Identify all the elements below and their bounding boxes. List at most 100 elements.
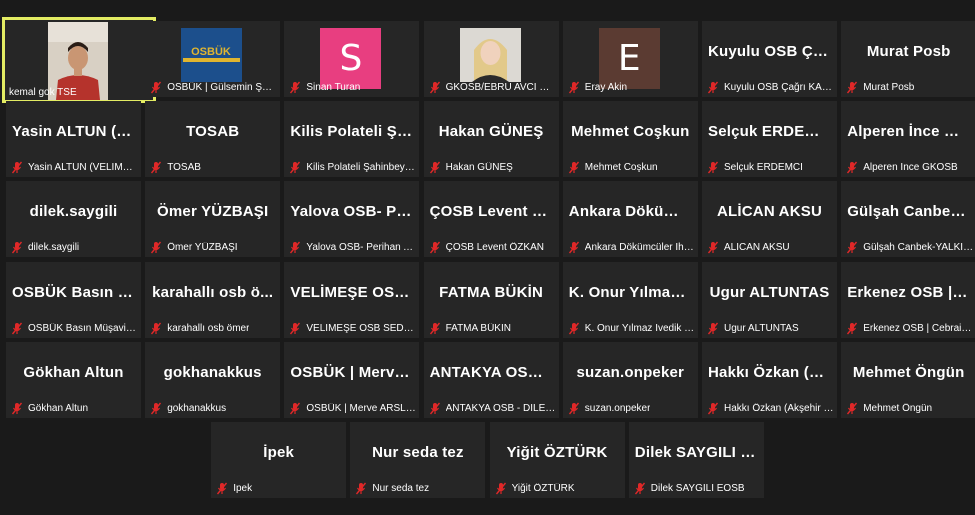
participant-name-bar: Ugur ALTUNTAS bbox=[707, 320, 834, 336]
participant-tile[interactable]: ÇOSB Levent ÖZ... ÇOSB Levent ÖZKAN bbox=[423, 181, 559, 257]
participant-display-name: Hakan GÜNEŞ bbox=[438, 123, 544, 140]
muted-mic-icon bbox=[290, 402, 301, 414]
participant-tile[interactable]: Mehmet Coşkun Mehmet Coşkun bbox=[562, 101, 698, 177]
participant-name: Murat Posb bbox=[863, 81, 915, 93]
participant-name: Gökhan Altun bbox=[28, 402, 89, 414]
participant-display-name: Yiğit ÖZTÜRK bbox=[506, 444, 608, 461]
participant-name: Yiğit ÖZTÜRK bbox=[511, 482, 575, 494]
muted-mic-icon bbox=[634, 482, 645, 494]
participant-display-name: ÇOSB Levent ÖZ... bbox=[429, 203, 553, 220]
participant-tile[interactable]: Ömer YÜZBAŞI Ömer YÜZBAŞI bbox=[145, 181, 281, 257]
participant-display-name: OSBÜK Basın M... bbox=[12, 284, 135, 301]
muted-mic-icon bbox=[290, 322, 301, 334]
participant-display-name: OSBÜK | Merve... bbox=[290, 364, 414, 381]
participant-tile[interactable]: Mehmet Öngün Mehmet Öngün bbox=[841, 342, 975, 418]
muted-mic-icon bbox=[568, 161, 579, 173]
participant-tile[interactable]: Gülşah Canbek-... Gülşah Canbek-YALKİM O.… bbox=[841, 181, 975, 257]
participant-tile[interactable]: Ankara Dökümc... Ankara Dökümcüler İhtisa… bbox=[562, 181, 698, 257]
participant-display-name: Gülşah Canbek-... bbox=[847, 203, 971, 220]
participant-display-name: Murat Posb bbox=[866, 43, 951, 60]
participant-tile[interactable]: suzan.onpeker suzan.onpeker bbox=[562, 342, 698, 418]
participant-display-name: Mehmet Öngün bbox=[852, 364, 965, 381]
muted-mic-icon bbox=[290, 241, 301, 253]
participant-display-name: dilek.saygili bbox=[29, 203, 118, 220]
muted-mic-icon bbox=[151, 161, 162, 173]
participant-name: Ömer YÜZBAŞI bbox=[167, 241, 238, 253]
muted-mic-icon bbox=[495, 482, 506, 494]
participant-tile[interactable]: FATMA BÜKİN FATMA BÜKİN bbox=[423, 262, 559, 338]
participant-tile[interactable]: Kuyulu OSB Çağ... Kuyulu OSB Çağrı KARAK.… bbox=[702, 21, 837, 97]
participant-name: OSBÜK Basın Müşavirliği bbox=[28, 322, 138, 334]
speaker-name: kemal gok TSE bbox=[9, 87, 77, 98]
participant-name-bar: Yiğit ÖZTÜRK bbox=[495, 480, 622, 496]
participant-tile[interactable]: Ugur ALTUNTAS Ugur ALTUNTAS bbox=[702, 262, 837, 338]
participant-display-name: Ankara Dökümc... bbox=[568, 203, 692, 220]
participant-tile[interactable]: Yalova OSB- Per... Yalova OSB- Perihan Ay… bbox=[284, 181, 420, 257]
participant-tile[interactable]: OSBÜK Basın M... OSBÜK Basın Müşavirliği bbox=[6, 262, 141, 338]
muted-mic-icon bbox=[290, 81, 301, 93]
participant-tile[interactable]: GKOSB/EBRU AVCI KAPL... bbox=[423, 21, 559, 97]
participant-tile[interactable]: Yasin ALTUN (V... Yasin ALTUN (VELİMEŞE .… bbox=[6, 101, 141, 177]
participant-name: gokhanakkus bbox=[167, 402, 227, 414]
participant-tile[interactable]: VELİMEŞE OSB... VELİMEŞE OSB SEDA OK... bbox=[284, 262, 420, 338]
muted-mic-icon bbox=[429, 81, 440, 93]
participant-tile[interactable]: Kilis Polateli Şa... Kilis Polateli Şahin… bbox=[284, 101, 420, 177]
muted-mic-icon bbox=[847, 241, 858, 253]
participant-tile[interactable]: Hakkı Özkan (A... Hakkı Özkan (Akşehir OS… bbox=[702, 342, 837, 418]
participant-name: Eray Akin bbox=[584, 81, 628, 93]
participant-name-bar: İpek bbox=[216, 480, 343, 496]
participant-name: Kuyulu OSB Çağrı KARAK... bbox=[724, 81, 834, 93]
participant-name: suzan.onpeker bbox=[584, 402, 651, 414]
participant-tile[interactable]: Selçuk ERDEMCİ Selçuk ERDEMCİ bbox=[702, 101, 837, 177]
participant-tile[interactable]: Erkenez OSB | C... Erkenez OSB | Cebrail … bbox=[841, 262, 975, 338]
muted-mic-icon bbox=[568, 241, 579, 253]
svg-text:OSBÜK: OSBÜK bbox=[191, 45, 231, 58]
participant-tile[interactable]: Yiğit ÖZTÜRK Yiğit ÖZTÜRK bbox=[489, 422, 625, 498]
participant-tile[interactable]: OSBÜK | Merve... OSBÜK | Merve ARSLAN bbox=[284, 342, 420, 418]
participant-tile[interactable]: karahallı osb ö... karahallı osb ömer bbox=[145, 262, 281, 338]
muted-mic-icon bbox=[568, 322, 579, 334]
active-speaker-tile[interactable]: kemal gok TSE bbox=[2, 17, 156, 103]
participant-tile[interactable]: Nur seda tez Nur seda tez bbox=[350, 422, 486, 498]
muted-mic-icon bbox=[151, 322, 162, 334]
muted-mic-icon bbox=[847, 322, 858, 334]
participant-tile[interactable]: dilek.saygili dilek.saygili bbox=[6, 181, 141, 257]
participant-name: Gülşah Canbek-YALKİM O... bbox=[863, 241, 973, 253]
participant-display-name: Erkenez OSB | C... bbox=[847, 284, 971, 301]
participant-name-bar: suzan.onpeker bbox=[568, 400, 695, 416]
participant-tile[interactable]: Dilek SAYGILI E... Dilek SAYGILI EOSB bbox=[628, 422, 764, 498]
participant-tile[interactable]: gokhanakkus gokhanakkus bbox=[145, 342, 281, 418]
participant-tile[interactable]: Hakan GÜNEŞ Hakan GÜNEŞ bbox=[423, 101, 559, 177]
participant-name: OSBÜK | Merve ARSLAN bbox=[306, 402, 417, 414]
participant-name: Dilek SAYGILI EOSB bbox=[650, 482, 745, 494]
participant-tile[interactable]: Gökhan Altun Gökhan Altun bbox=[6, 342, 141, 418]
participant-tile[interactable]: S Sinan Turan bbox=[284, 21, 420, 97]
participant-name-bar: Hakkı Özkan (Akşehir OSB) bbox=[707, 400, 834, 416]
participant-name-bar: Erkenez OSB | Cebrail Gö... bbox=[846, 320, 973, 336]
participant-name-bar: Sinan Turan bbox=[289, 79, 416, 95]
muted-mic-icon bbox=[847, 81, 858, 93]
participant-display-name: Dilek SAYGILI E... bbox=[634, 444, 758, 461]
participant-name: karahallı osb ömer bbox=[167, 322, 250, 334]
participant-tile[interactable]: ALİCAN AKSU ALİCAN AKSU bbox=[702, 181, 837, 257]
participant-tile[interactable]: Alperen İnce GK... Alperen İnce GKOSB bbox=[841, 101, 975, 177]
participant-name: Yalova OSB- Perihan Ayık bbox=[306, 241, 417, 253]
participant-display-name: Yalova OSB- Per... bbox=[290, 203, 414, 220]
participant-name-bar: karahallı osb ömer bbox=[150, 320, 277, 336]
participant-tile[interactable]: E Eray Akin bbox=[562, 21, 698, 97]
participant-name-bar: Kilis Polateli Şahinbey OS... bbox=[289, 159, 416, 175]
participant-name-bar: Ankara Dökümcüler İhtisa... bbox=[568, 239, 695, 255]
participant-tile[interactable]: K. Onur Yılmaz İ... K. Onur Yılmaz İvedik… bbox=[562, 262, 698, 338]
participant-tile[interactable]: Murat Posb Murat Posb bbox=[841, 21, 975, 97]
muted-mic-icon bbox=[356, 482, 367, 494]
participant-tile[interactable]: İpek İpek bbox=[211, 422, 347, 498]
participant-name: dilek.saygili bbox=[28, 241, 80, 253]
participant-name-bar: Eray Akin bbox=[568, 79, 695, 95]
participant-name-bar: dilek.saygili bbox=[11, 239, 138, 255]
participant-tile[interactable]: ANTAKYA OSB -... ANTAKYA OSB - DİLEK Yİ..… bbox=[423, 342, 559, 418]
participant-tile[interactable]: TOSAB TOSAB bbox=[145, 101, 281, 177]
participant-tile[interactable]: OSBÜK OSBÜK | Gülsemin ŞENEL... bbox=[145, 21, 281, 97]
muted-mic-icon bbox=[707, 322, 719, 334]
participant-name: Hakan GÜNEŞ bbox=[445, 161, 513, 173]
muted-mic-icon bbox=[217, 482, 228, 494]
